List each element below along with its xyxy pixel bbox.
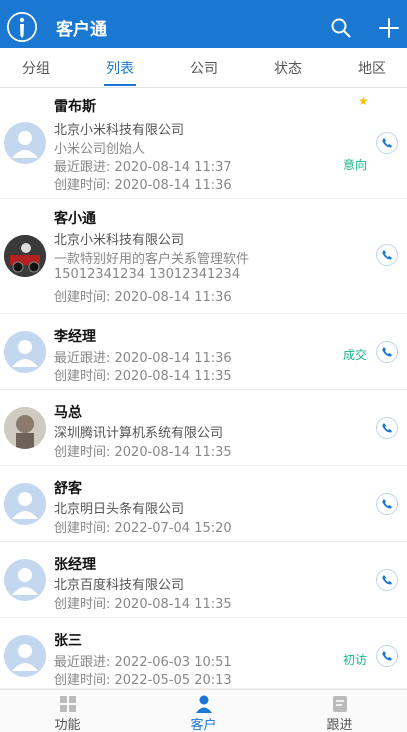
customer-phones: 15012341234 13012341234 bbox=[54, 267, 241, 282]
phone-icon bbox=[382, 347, 392, 357]
tab-group[interactable]: 分组 bbox=[22, 58, 50, 78]
phone-icon bbox=[382, 499, 392, 509]
customer-item[interactable]: 舒客 北京明日头条有限公司 创建时间: 2022-07-04 15:20 bbox=[0, 466, 407, 542]
nav-functions[interactable]: 功能 bbox=[0, 690, 135, 732]
phone-icon bbox=[382, 250, 392, 260]
stage-badge: 成交 bbox=[343, 348, 368, 362]
phone-call-button[interactable] bbox=[376, 645, 398, 667]
customer-company: 北京明日头条有限公司 bbox=[54, 502, 185, 517]
customer-name: 客小通 bbox=[54, 211, 96, 227]
customer-note: 小米公司创始人 bbox=[54, 142, 146, 157]
created-time: 创建时间: 2020-08-14 11:35 bbox=[54, 445, 232, 460]
created-time: 创建时间: 2020-08-14 11:35 bbox=[54, 369, 232, 384]
created-time: 创建时间: 2020-08-14 11:35 bbox=[54, 597, 232, 612]
customer-name: 马总 bbox=[54, 405, 82, 421]
customer-item[interactable]: 客小通 北京小米科技有限公司 一款特别好用的客户关系管理软件 150123412… bbox=[0, 199, 407, 314]
stage-badge: 初访 bbox=[343, 653, 368, 667]
customer-name: 李经理 bbox=[54, 329, 96, 345]
customer-company: 北京小米科技有限公司 bbox=[54, 233, 185, 248]
phone-call-button[interactable] bbox=[376, 493, 398, 515]
customer-note: 一款特别好用的客户关系管理软件 bbox=[54, 252, 250, 267]
tab-region[interactable]: 地区 bbox=[358, 58, 386, 78]
nav-follow-up[interactable]: 跟进 bbox=[272, 690, 407, 732]
created-time: 创建时间: 2022-05-05 20:13 bbox=[54, 673, 232, 688]
created-time: 创建时间: 2020-08-14 11:36 bbox=[54, 290, 232, 305]
stage-badge: 意向 bbox=[343, 158, 368, 172]
customer-item[interactable]: 张三 最近跟进: 2022-06-03 10:51 创建时间: 2022-05-… bbox=[0, 618, 407, 689]
tab-status[interactable]: 状态 bbox=[274, 58, 302, 78]
nav-label: 功能 bbox=[54, 718, 81, 732]
phone-icon bbox=[382, 138, 392, 148]
search-icon[interactable] bbox=[330, 17, 352, 39]
created-time: 创建时间: 2022-07-04 15:20 bbox=[54, 521, 232, 536]
phone-icon bbox=[382, 423, 392, 433]
avatar bbox=[4, 331, 46, 373]
customer-name: 雷布斯 bbox=[54, 99, 96, 115]
customer-name: 张三 bbox=[54, 633, 82, 649]
bottom-nav: 功能 客户 跟进 bbox=[0, 689, 407, 732]
app-logo-icon bbox=[7, 12, 37, 42]
nav-customers[interactable]: 客户 bbox=[136, 690, 271, 732]
avatar bbox=[4, 635, 46, 677]
created-time: 创建时间: 2020-08-14 11:36 bbox=[54, 178, 232, 193]
avatar bbox=[4, 559, 46, 601]
phone-call-button[interactable] bbox=[376, 341, 398, 363]
customer-item[interactable]: 张经理 北京百度科技有限公司 创建时间: 2020-08-14 11:35 bbox=[0, 542, 407, 618]
tab-company[interactable]: 公司 bbox=[190, 58, 218, 78]
app-title: 客户通 bbox=[56, 20, 107, 40]
grid-icon bbox=[60, 696, 76, 712]
last-follow-time: 最近跟进: 2022-06-03 10:51 bbox=[54, 655, 232, 670]
last-follow-time: 最近跟进: 2020-08-14 11:37 bbox=[54, 160, 232, 175]
phone-icon bbox=[382, 575, 392, 585]
customer-company: 北京小米科技有限公司 bbox=[54, 123, 185, 138]
nav-label: 客户 bbox=[190, 718, 217, 732]
last-follow-time: 最近跟进: 2020-08-14 11:36 bbox=[54, 351, 232, 366]
customer-company: 北京百度科技有限公司 bbox=[54, 578, 185, 593]
customer-item[interactable]: 李经理 最近跟进: 2020-08-14 11:36 创建时间: 2020-08… bbox=[0, 314, 407, 390]
star-icon: ★ bbox=[358, 94, 369, 108]
customer-name: 舒客 bbox=[54, 481, 82, 497]
tab-bar: 分组 列表 公司 状态 地区 bbox=[0, 48, 407, 88]
phone-icon bbox=[382, 651, 392, 661]
follow-up-icon bbox=[333, 696, 347, 712]
customer-item[interactable]: 马总 深圳腾讯计算机系统有限公司 创建时间: 2020-08-14 11:35 bbox=[0, 390, 407, 466]
phone-call-button[interactable] bbox=[376, 569, 398, 591]
avatar bbox=[4, 407, 46, 449]
nav-label: 跟进 bbox=[326, 718, 353, 732]
person-icon bbox=[196, 695, 212, 713]
customer-item[interactable]: 雷布斯 北京小米科技有限公司 小米公司创始人 最近跟进: 2020-08-14 … bbox=[0, 88, 407, 199]
customer-name: 张经理 bbox=[54, 557, 96, 573]
phone-call-button[interactable] bbox=[376, 244, 398, 266]
phone-call-button[interactable] bbox=[376, 132, 398, 154]
tab-list[interactable]: 列表 bbox=[106, 58, 134, 78]
avatar bbox=[4, 483, 46, 525]
avatar bbox=[4, 122, 46, 164]
avatar bbox=[4, 235, 46, 277]
active-tab-indicator bbox=[104, 84, 136, 86]
add-icon[interactable] bbox=[378, 17, 400, 39]
customer-company: 深圳腾讯计算机系统有限公司 bbox=[54, 426, 224, 441]
app-bar: 客户通 bbox=[0, 0, 407, 48]
phone-call-button[interactable] bbox=[376, 417, 398, 439]
